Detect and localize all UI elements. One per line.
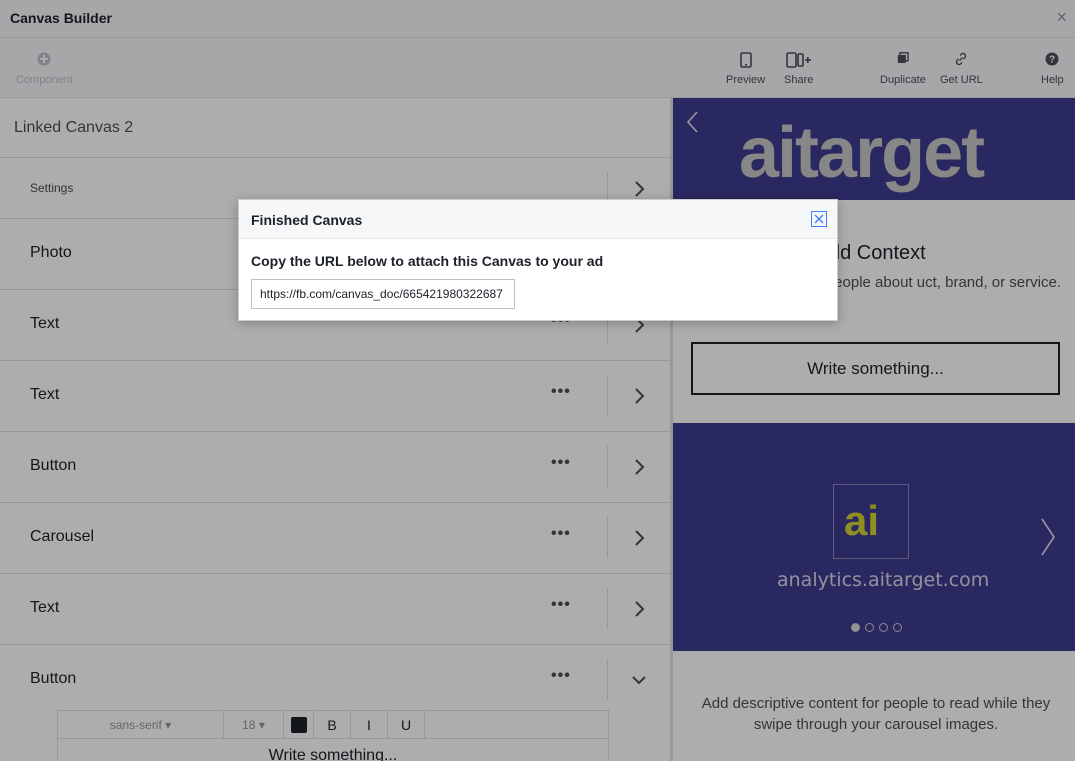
dialog-body: Copy the URL below to attach this Canvas… bbox=[239, 239, 837, 323]
dialog-header: Finished Canvas bbox=[239, 200, 837, 239]
canvas-url-field[interactable] bbox=[251, 279, 515, 309]
modal-backdrop[interactable] bbox=[0, 0, 1075, 761]
dialog-instruction: Copy the URL below to attach this Canvas… bbox=[251, 253, 604, 269]
finished-canvas-dialog: Finished Canvas Copy the URL below to at… bbox=[238, 199, 838, 321]
dialog-title: Finished Canvas bbox=[251, 212, 363, 228]
close-icon[interactable] bbox=[811, 211, 827, 227]
